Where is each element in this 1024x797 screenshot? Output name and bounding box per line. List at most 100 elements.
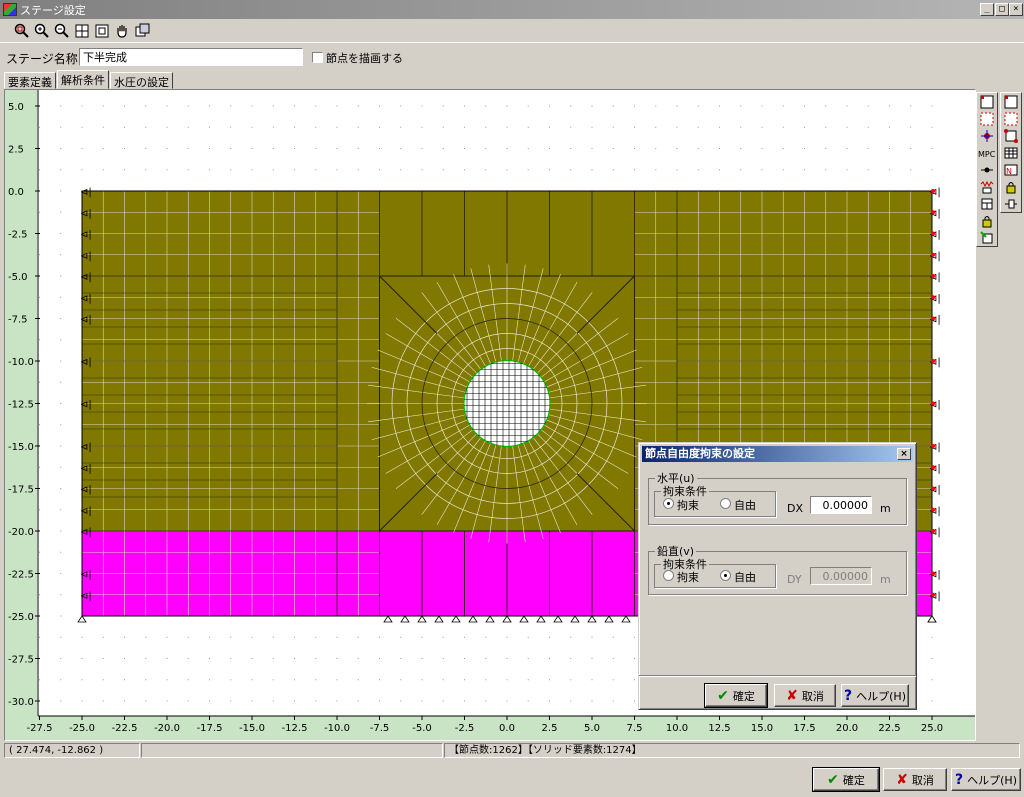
right-roller-support: ⊲| <box>929 485 941 496</box>
left-roller-support: ⊲| <box>80 463 92 474</box>
right-roller-support: ⊲| <box>929 400 941 411</box>
dialog-close-button[interactable]: × <box>897 448 911 460</box>
y-tick-label: -25.0 <box>8 612 34 623</box>
dx-label: DX <box>787 502 804 515</box>
minimize-button[interactable]: _ <box>980 3 994 16</box>
frame-dashed-icon[interactable] <box>1001 110 1021 127</box>
right-constraint-marker <box>931 592 935 597</box>
zoom-window-icon[interactable] <box>12 21 31 40</box>
y-tick-label: 5.0 <box>8 102 24 113</box>
right-roller-support: ⊲| <box>929 251 941 262</box>
x-tick-label: 5.0 <box>584 723 600 734</box>
x-tick-label: 25.0 <box>921 723 943 734</box>
maximize-button[interactable]: □ <box>995 3 1009 16</box>
footer-ok-button[interactable]: ✔ 確定 <box>812 767 880 792</box>
right-constraint-marker <box>931 210 935 215</box>
x-tick-label: 10.0 <box>666 723 688 734</box>
help-icon: ? <box>844 687 853 704</box>
stage-name-input[interactable] <box>79 48 303 66</box>
link-node-icon[interactable] <box>977 161 997 178</box>
vertical-free-radio[interactable] <box>720 570 731 581</box>
stage-name-row: ステージ名称 節点を描画する <box>0 45 1024 69</box>
dy-unit: m <box>880 573 891 586</box>
y-tick-label: -22.5 <box>8 570 34 581</box>
x-tick-label: -22.5 <box>112 723 138 734</box>
right-constraint-marker <box>931 189 935 193</box>
right-roller-support: ⊲| <box>929 463 941 474</box>
copy-view-icon[interactable] <box>133 21 152 40</box>
dx-unit: m <box>880 502 891 515</box>
horizontal-free-radio[interactable] <box>720 498 731 509</box>
left-roller-support: ⊲| <box>80 293 92 304</box>
footer-cancel-button[interactable]: ✘ 取消 <box>883 768 947 791</box>
vertical-free-label: 自由 <box>734 571 756 584</box>
dialog-help-button[interactable]: ? ヘルプ(H) <box>841 684 909 707</box>
spring-icon[interactable] <box>977 178 997 195</box>
check-icon: ✔ <box>717 687 729 704</box>
node-cross-icon[interactable] <box>977 127 997 144</box>
fit-all-icon[interactable] <box>72 21 91 40</box>
y-tick-label: -2.5 <box>8 230 28 241</box>
dialog-title: 節点自由度拘束の設定 <box>645 447 755 460</box>
x-tick-label: -25.0 <box>69 723 95 734</box>
dialog-cancel-button[interactable]: ✘ 取消 <box>774 684 836 707</box>
left-roller-support: ⊲| <box>80 442 92 453</box>
footer-help-button[interactable]: ? ヘルプ(H) <box>951 768 1021 791</box>
right-constraint-marker <box>931 486 935 491</box>
select-dashed-icon[interactable] <box>977 110 997 127</box>
x-tick-label: 0.0 <box>499 723 515 734</box>
x-tick-label: 7.5 <box>627 723 643 734</box>
tab-analysis-conditions[interactable]: 解析条件 <box>57 70 109 89</box>
right-roller-support: ⊲| <box>929 442 941 453</box>
right-roller-support: ⊲| <box>929 230 941 241</box>
y-tick-label: -12.5 <box>8 400 34 411</box>
frame-select-icon[interactable] <box>1001 93 1021 110</box>
close-button[interactable]: × <box>1009 3 1023 16</box>
dy-input[interactable] <box>810 567 872 585</box>
insert-node-icon[interactable] <box>1001 195 1021 212</box>
dialog-ok-button[interactable]: ✔ 確定 <box>704 683 768 708</box>
dx-input[interactable] <box>810 496 872 514</box>
select-region-icon[interactable] <box>977 93 997 110</box>
y-tick-label: -30.0 <box>8 697 34 708</box>
lock-settings-icon[interactable] <box>1001 178 1021 195</box>
right-constraint-marker <box>931 529 935 533</box>
dialog-divider <box>639 675 916 677</box>
right-constraint-marker <box>931 465 935 470</box>
mpc-icon[interactable]: MPC <box>977 144 997 161</box>
zoom-in-icon[interactable] <box>32 21 51 40</box>
right-constraint-marker <box>931 401 935 406</box>
left-roller-support: ⊲| <box>80 230 92 241</box>
tab-element-definition[interactable]: 要素定義 <box>4 72 56 89</box>
right-roller-support: ⊲| <box>929 591 941 602</box>
pointer-icon[interactable] <box>977 229 997 246</box>
right-constraint-marker <box>931 252 935 257</box>
node-table-icon[interactable]: N <box>1001 161 1021 178</box>
right-constraint-marker <box>931 359 935 363</box>
draw-nodes-checkbox[interactable] <box>312 52 323 63</box>
zoom-out-icon[interactable] <box>52 21 71 40</box>
model-counts: 【節点数:1262】【ソリッド要素数:1274】 <box>444 743 1020 758</box>
vertical-fixed-radio[interactable] <box>663 570 674 581</box>
x-tick-label: -15.0 <box>239 723 265 734</box>
x-tick-label: -20.0 <box>154 723 180 734</box>
dy-label: DY <box>787 573 802 586</box>
node-constraint-dialog: 節点自由度拘束の設定 × 水平(u) 拘束条件 拘束 自由 DX m 鉛直(v)… <box>638 442 917 710</box>
zoom-previous-icon[interactable] <box>92 21 111 40</box>
frame-corner-icon[interactable] <box>1001 127 1021 144</box>
left-roller-support: ⊲| <box>80 272 92 283</box>
right-roller-support: ⊲| <box>929 527 941 538</box>
x-tick-label: -17.5 <box>197 723 223 734</box>
table-icon[interactable] <box>977 195 997 212</box>
grid-table-icon[interactable] <box>1001 144 1021 161</box>
pan-hand-icon[interactable] <box>112 21 131 40</box>
tab-water-pressure[interactable]: 水圧の設定 <box>110 72 173 89</box>
lock-icon[interactable] <box>977 212 997 229</box>
left-roller-support: ⊲| <box>80 506 92 517</box>
app-icon <box>3 3 17 16</box>
horizontal-fixed-label: 拘束 <box>677 499 699 512</box>
right-constraint-marker <box>931 507 935 512</box>
x-tick-label: -12.5 <box>282 723 308 734</box>
window-title: ステージ設定 <box>20 4 86 17</box>
horizontal-fixed-radio[interactable] <box>663 498 674 509</box>
